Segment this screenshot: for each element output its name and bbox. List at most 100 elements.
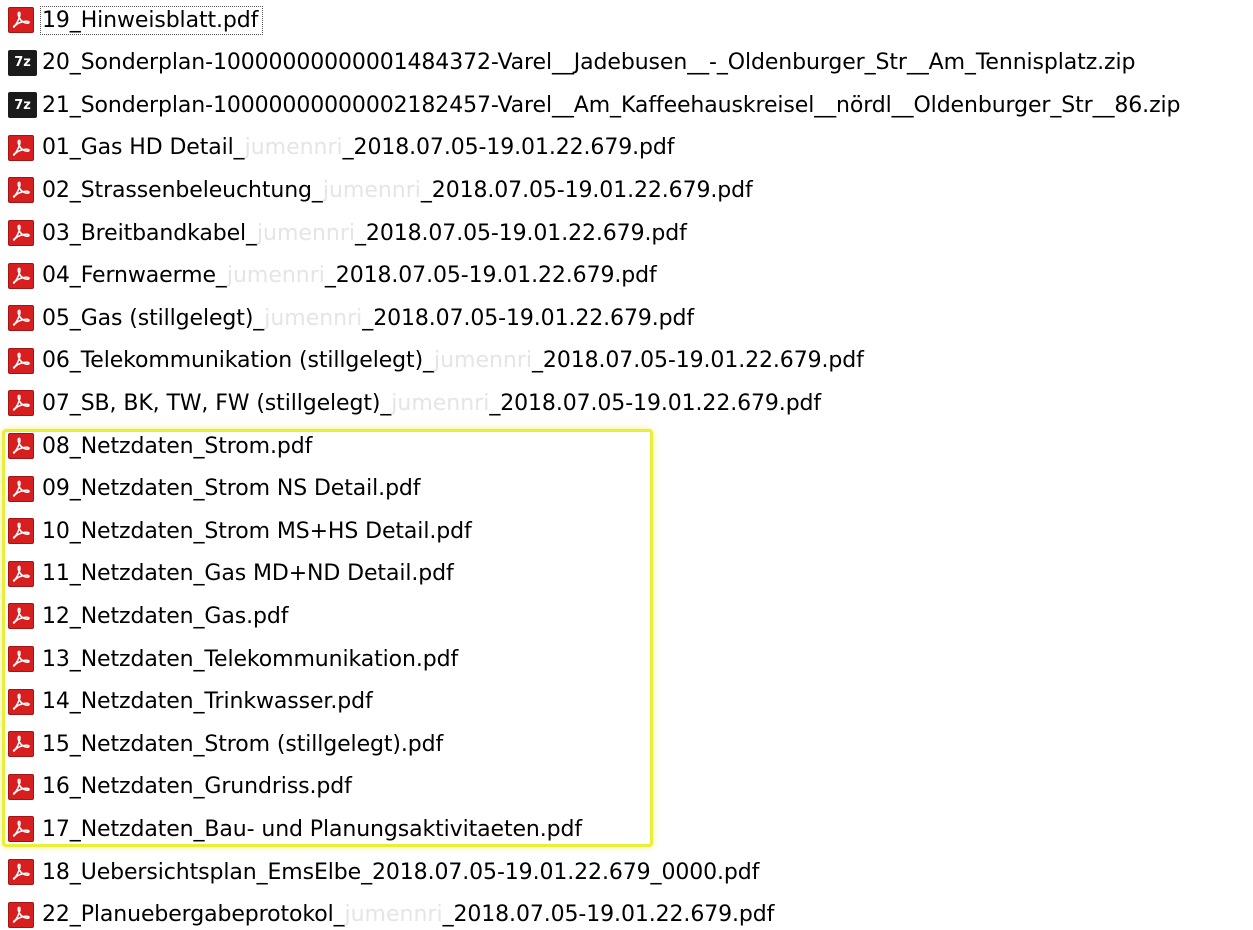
file-name-part: _2018.07.05-19.01.22.679.pdf: [442, 902, 775, 928]
file-name: 09_Netzdaten_Strom NS Detail.pdf: [42, 476, 421, 502]
file-name: 22_Planuebergabeprotokol_jumennri_2018.0…: [42, 902, 774, 927]
pdf-icon: [8, 305, 34, 332]
file-name-part: 10_Netzdaten_Strom MS+HS Detail.pdf: [42, 518, 472, 544]
pdf-icon: [8, 731, 34, 758]
pdf-icon: [8, 390, 34, 417]
watermark-text: jumennri: [264, 305, 363, 331]
file-list-item[interactable]: 07_SB, BK, TW, FW (stillgelegt)_jumennri…: [8, 385, 821, 421]
file-name-part: 08_Netzdaten_Strom.pdf: [42, 433, 313, 459]
file-name: 16_Netzdaten_Grundriss.pdf: [42, 774, 352, 799]
file-name-part: 19_Hinweisblatt.pdf: [42, 7, 259, 33]
watermark-text: jumennri: [256, 220, 356, 246]
file-name-part: 09_Netzdaten_Strom NS Detail.pdf: [42, 476, 421, 502]
file-name-part: 20_Sonderplan-10000000000001484372-Varel…: [42, 50, 1136, 76]
watermark-text: jumennri: [344, 902, 443, 928]
file-name-part: 02_Strassenbeleuchtung_: [42, 177, 323, 203]
file-name-part: 16_Netzdaten_Grundriss.pdf: [42, 774, 352, 800]
file-list-item[interactable]: 13_Netzdaten_Telekommunikation.pdf: [8, 641, 458, 677]
file-name: 05_Gas (stillgelegt)_jumennri_2018.07.05…: [42, 306, 694, 331]
pdf-icon: [8, 560, 34, 587]
pdf-icon: [8, 134, 34, 161]
file-name-part: 06_Telekommunikation (stillgelegt)_: [42, 348, 434, 374]
file-list-item[interactable]: 01_Gas HD Detail_jumennri_2018.07.05-19.…: [8, 130, 674, 166]
7zip-archive-icon: 7z: [8, 92, 37, 119]
pdf-icon: [8, 859, 34, 885]
pdf-icon: [8, 901, 34, 928]
file-name: 08_Netzdaten_Strom.pdf: [42, 434, 312, 459]
file-name-part: 12_Netzdaten_Gas.pdf: [42, 603, 289, 629]
file-name-part: _2018.07.05-19.01.22.679.pdf: [489, 390, 822, 416]
file-name: 04_Fernwaerme_jumennri_2018.07.05-19.01.…: [42, 263, 657, 288]
file-name: 21_Sonderplan-10000000000002182457-Varel…: [42, 92, 1181, 118]
file-name: 14_Netzdaten_Trinkwasser.pdf: [42, 689, 373, 714]
file-name-part: 21_Sonderplan-10000000000002182457-Varel…: [42, 92, 1181, 118]
file-name-part: _2018.07.05-19.01.22.679.pdf: [362, 305, 695, 331]
file-name-part: 04_Fernwaerme_: [42, 263, 227, 289]
file-name-part: 13_Netzdaten_Telekommunikation.pdf: [42, 646, 459, 672]
file-list-item[interactable]: 7z 20_Sonderplan-10000000000001484372-Var…: [8, 45, 1135, 81]
watermark-text: jumennri: [226, 263, 325, 289]
file-name-part: 11_Netzdaten_Gas MD+ND Detail.pdf: [42, 561, 454, 587]
file-name-part: _2018.07.05-19.01.22.679.pdf: [532, 348, 864, 374]
file-name-part: 14_Netzdaten_Trinkwasser.pdf: [42, 689, 373, 715]
pdf-icon: [8, 177, 34, 204]
pdf-icon: [8, 220, 34, 246]
file-list-item[interactable]: 10_Netzdaten_Strom MS+HS Detail.pdf: [8, 513, 472, 549]
file-list-item[interactable]: 19_Hinweisblatt.pdf: [8, 2, 264, 38]
pdf-icon: [8, 688, 34, 715]
7zip-archive-icon: 7z: [8, 49, 37, 76]
file-name-part: 07_SB, BK, TW, FW (stillgelegt)_: [42, 390, 392, 416]
file-list-item[interactable]: 04_Fernwaerme_jumennri_2018.07.05-19.01.…: [8, 258, 657, 294]
file-list-item[interactable]: 18_Uebersichtsplan_EmsElbe_2018.07.05-19…: [8, 854, 759, 890]
file-list-item[interactable]: 15_Netzdaten_Strom (stillgelegt).pdf: [8, 726, 443, 762]
watermark-text: jumennri: [322, 177, 421, 203]
file-list-item[interactable]: 7z 21_Sonderplan-10000000000002182457-Var…: [8, 87, 1181, 123]
file-name-part: _2018.07.05-19.01.22.679.pdf: [420, 177, 753, 203]
file-name: 02_Strassenbeleuchtung_jumennri_2018.07.…: [42, 178, 753, 203]
file-list-item[interactable]: 06_Telekommunikation (stillgelegt)_jumen…: [8, 343, 864, 379]
file-list-item[interactable]: 16_Netzdaten_Grundriss.pdf: [8, 769, 352, 805]
file-list-item[interactable]: 11_Netzdaten_Gas MD+ND Detail.pdf: [8, 556, 454, 592]
file-name-part: 05_Gas (stillgelegt)_: [42, 305, 265, 331]
file-name: 13_Netzdaten_Telekommunikation.pdf: [42, 647, 458, 672]
pdf-icon: [8, 433, 34, 459]
file-name: 03_Breitbandkabel_jumennri_2018.07.05-19…: [42, 221, 687, 246]
pdf-icon: [8, 518, 34, 545]
pdf-icon: [8, 603, 34, 630]
file-name: 07_SB, BK, TW, FW (stillgelegt)_jumennri…: [42, 391, 821, 416]
watermark-text: jumennri: [391, 390, 490, 416]
file-name-part: _2018.07.05-19.01.22.679.pdf: [355, 220, 687, 246]
file-name-part: _2018.07.05-19.01.22.679.pdf: [324, 263, 657, 289]
file-name: 19_Hinweisblatt.pdf: [39, 5, 264, 35]
file-list-item[interactable]: 08_Netzdaten_Strom.pdf: [8, 428, 312, 464]
file-name: 17_Netzdaten_Bau- und Planungsaktivitaet…: [42, 817, 582, 842]
watermark-text: jumennri: [433, 348, 533, 374]
file-list-item[interactable]: 14_Netzdaten_Trinkwasser.pdf: [8, 684, 373, 720]
file-list-item[interactable]: 02_Strassenbeleuchtung_jumennri_2018.07.…: [8, 172, 753, 208]
file-list-item[interactable]: 03_Breitbandkabel_jumennri_2018.07.05-19…: [8, 215, 687, 251]
file-name-part: _2018.07.05-19.01.22.679.pdf: [342, 135, 675, 161]
file-list: 19_Hinweisblatt.pdf 7z 20_Sonderplan-10000…: [0, 0, 1253, 930]
file-name: 15_Netzdaten_Strom (stillgelegt).pdf: [42, 732, 443, 757]
file-name-part: 03_Breitbandkabel_: [42, 220, 257, 246]
pdf-icon: [8, 646, 34, 672]
file-name: 20_Sonderplan-10000000000001484372-Varel…: [42, 50, 1135, 75]
file-list-item[interactable]: 22_Planuebergabeprotokol_jumennri_2018.0…: [8, 897, 774, 930]
file-name-part: 01_Gas HD Detail_: [42, 135, 245, 161]
file-list-item[interactable]: 17_Netzdaten_Bau- und Planungsaktivitaet…: [8, 811, 582, 847]
file-list-item[interactable]: 12_Netzdaten_Gas.pdf: [8, 598, 288, 634]
file-name: 01_Gas HD Detail_jumennri_2018.07.05-19.…: [42, 135, 674, 160]
file-list-item[interactable]: 09_Netzdaten_Strom NS Detail.pdf: [8, 471, 421, 507]
file-name: 06_Telekommunikation (stillgelegt)_jumen…: [42, 348, 864, 373]
file-name-part: 22_Planuebergabeprotokol_: [42, 902, 345, 928]
pdf-icon: [8, 262, 34, 289]
file-name-part: 15_Netzdaten_Strom (stillgelegt).pdf: [42, 731, 444, 757]
file-name: 12_Netzdaten_Gas.pdf: [42, 604, 288, 629]
file-name: 10_Netzdaten_Strom MS+HS Detail.pdf: [42, 519, 472, 544]
pdf-icon: [8, 7, 34, 33]
file-name-part: 18_Uebersichtsplan_EmsElbe_2018.07.05-19…: [42, 859, 760, 885]
pdf-icon: [8, 475, 34, 502]
pdf-icon: [8, 347, 34, 374]
file-list-item[interactable]: 05_Gas (stillgelegt)_jumennri_2018.07.05…: [8, 300, 694, 336]
file-name: 11_Netzdaten_Gas MD+ND Detail.pdf: [42, 561, 454, 586]
